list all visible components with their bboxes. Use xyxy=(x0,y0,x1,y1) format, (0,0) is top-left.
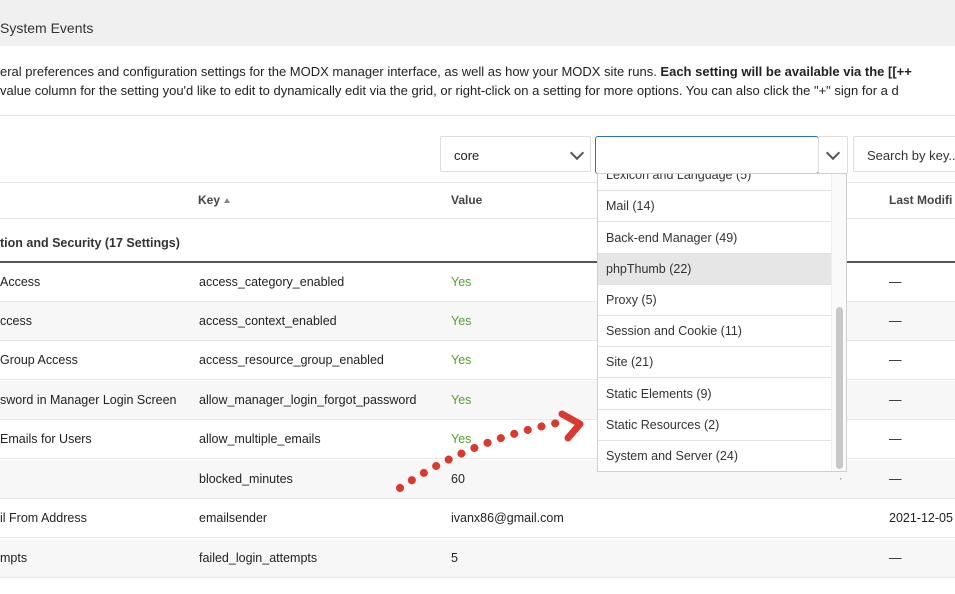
dropdown-option[interactable]: Static Elements (9) xyxy=(598,379,832,410)
setting-name: sword in Manager Login Screen xyxy=(0,393,177,407)
dropdown-option[interactable]: Proxy (5) xyxy=(598,285,832,316)
setting-name: il From Address xyxy=(0,511,87,525)
setting-key: access_category_enabled xyxy=(199,275,345,289)
setting-name: mpts xyxy=(0,551,28,565)
setting-last-modified: — xyxy=(889,393,902,407)
chevron-down-icon xyxy=(825,145,841,161)
annotation-arrow-icon xyxy=(396,410,584,492)
search-placeholder: Search by key... xyxy=(867,148,955,163)
setting-last-modified: — xyxy=(889,432,902,446)
table-row[interactable]: mpts failed_login_attempts 5 — xyxy=(0,539,955,578)
setting-last-modified: — xyxy=(889,275,902,289)
namespace-filter-value: core xyxy=(454,148,480,163)
setting-last-modified: — xyxy=(889,353,902,367)
tab-system-events[interactable]: System Events xyxy=(0,20,93,36)
setting-value[interactable]: Yes xyxy=(451,314,471,328)
dropdown-option[interactable]: Back-end Manager (49) xyxy=(598,223,832,254)
dropdown-option[interactable]: Session and Cookie (11) xyxy=(598,316,832,347)
resize-handle-icon[interactable]: ⠠ xyxy=(836,472,843,483)
column-header-value[interactable]: Value xyxy=(451,193,482,207)
setting-name: ccess xyxy=(0,314,32,328)
column-header-last-modified[interactable]: Last Modifi xyxy=(889,193,952,207)
setting-key: allow_manager_login_forgot_password xyxy=(199,393,417,407)
setting-last-modified: — xyxy=(889,472,902,486)
description-line-2: value column for the setting you'd like … xyxy=(0,83,899,98)
column-header-key[interactable]: Key xyxy=(198,193,231,207)
dropdown-scrollbar[interactable] xyxy=(831,174,846,471)
dropdown-option[interactable]: Lexicon and Language (5) xyxy=(598,174,832,191)
sort-ascending-icon xyxy=(224,198,231,204)
area-filter-input[interactable] xyxy=(595,136,819,174)
chevron-down-icon[interactable] xyxy=(569,145,585,161)
description-line-1: eral preferences and configuration setti… xyxy=(0,64,912,79)
dropdown-scrollbar-thumb[interactable] xyxy=(836,307,843,469)
group-header[interactable]: tion and Security (17 Settings) xyxy=(0,236,180,250)
dropdown-option[interactable]: Site (21) xyxy=(598,347,832,378)
setting-key: access_resource_group_enabled xyxy=(199,353,384,367)
dropdown-option-highlighted[interactable]: phpThumb (22) xyxy=(598,254,832,285)
setting-key: access_context_enabled xyxy=(199,314,337,328)
setting-last-modified: 2021-12-05 xyxy=(889,511,953,525)
setting-last-modified: — xyxy=(889,314,902,328)
description-bold-text: Each setting will be available via the [… xyxy=(660,64,912,79)
search-input[interactable]: Search by key... xyxy=(853,136,955,172)
setting-key: emailsender xyxy=(199,511,268,525)
description-text: eral preferences and configuration setti… xyxy=(0,64,661,79)
dropdown-option[interactable]: Mail (14) xyxy=(598,191,832,222)
setting-value[interactable]: 5 xyxy=(451,551,458,565)
area-dropdown-list[interactable]: Lexicon and Language (5) Mail (14) Back-… xyxy=(597,173,847,472)
setting-key: blocked_minutes xyxy=(199,472,293,486)
table-row[interactable]: il From Address emailsender ivanx86@gmai… xyxy=(0,499,955,538)
dropdown-option[interactable]: Static Resources (2) xyxy=(598,410,832,441)
setting-name: Access xyxy=(0,275,41,289)
setting-key: allow_multiple_emails xyxy=(199,432,321,446)
tab-bar: System Events xyxy=(0,0,955,46)
area-filter-trigger[interactable] xyxy=(818,136,848,174)
setting-last-modified: — xyxy=(889,551,902,565)
setting-key: failed_login_attempts xyxy=(199,551,318,565)
setting-value[interactable]: Yes xyxy=(451,353,471,367)
namespace-filter-combo[interactable]: core xyxy=(440,136,591,172)
divider xyxy=(0,115,955,116)
setting-name: Group Access xyxy=(0,353,78,367)
setting-value[interactable]: ivanx86@gmail.com xyxy=(451,511,564,525)
setting-name: Emails for Users xyxy=(0,432,92,446)
setting-value[interactable]: Yes xyxy=(451,275,471,289)
dropdown-option[interactable]: System and Server (24) xyxy=(598,441,832,471)
column-header-key-label: Key xyxy=(198,193,221,207)
